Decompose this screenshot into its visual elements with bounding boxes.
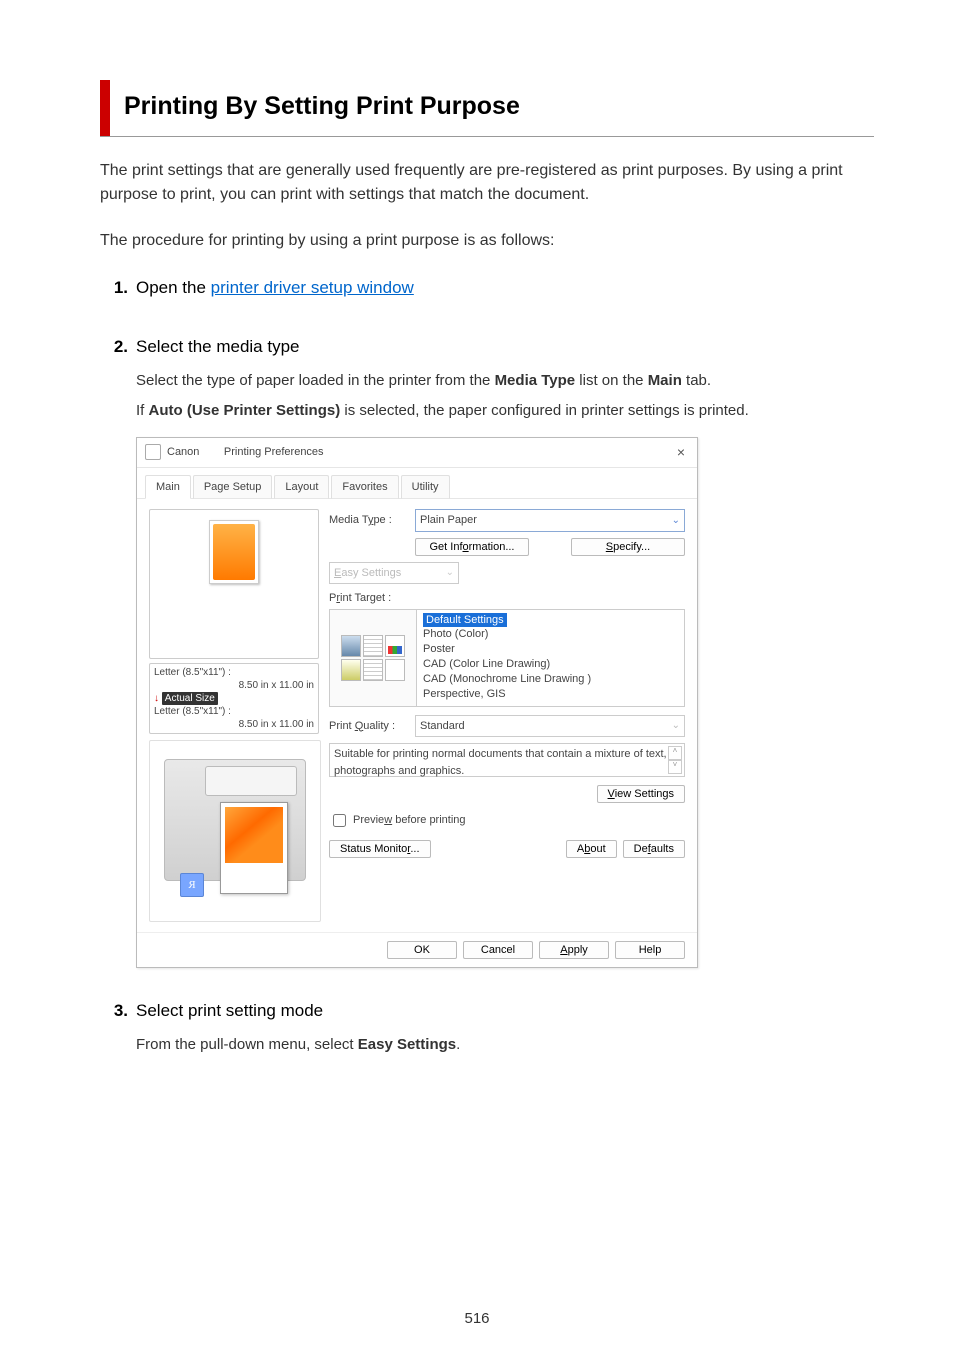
- print-quality-dropdown[interactable]: Standard ⌄: [415, 715, 685, 738]
- chevron-down-icon: ⌄: [672, 513, 680, 528]
- tab-layout[interactable]: Layout: [274, 475, 329, 500]
- chevron-down-icon: ⌄: [672, 718, 680, 733]
- text: is selected, the paper configured in pri…: [340, 402, 749, 419]
- defaults-button[interactable]: Defaults: [623, 840, 685, 858]
- page-number: 516: [0, 1308, 954, 1331]
- text: If: [136, 402, 149, 419]
- arrow-down-icon: ↓: [154, 693, 159, 704]
- step1-prefix: Open the: [136, 278, 211, 297]
- tab-main[interactable]: Main: [145, 475, 191, 500]
- text: Select the type of paper loaded in the p…: [136, 372, 495, 389]
- preview-before-printing-label: Preview before printing: [353, 812, 466, 829]
- print-target-list[interactable]: Default Settings Photo (Color) Poster CA…: [417, 610, 684, 706]
- media-type-label: Media Type :: [329, 512, 409, 529]
- dialog-title-suffix: Printing Preferences: [224, 446, 324, 458]
- print-target-thumbnail: [330, 610, 417, 706]
- text-bold: Easy Settings: [358, 1036, 456, 1053]
- close-icon[interactable]: ×: [673, 442, 689, 463]
- description-box: Suitable for printing normal documents t…: [329, 743, 685, 777]
- ok-button[interactable]: OK: [387, 941, 457, 959]
- procedure-intro: The procedure for printing by using a pr…: [100, 229, 874, 253]
- text-bold: Auto (Use Printer Settings): [149, 402, 341, 419]
- driver-setup-link[interactable]: printer driver setup window: [211, 278, 414, 297]
- tab-utility[interactable]: Utility: [401, 475, 450, 500]
- text: .: [456, 1036, 460, 1053]
- text: list on the: [575, 372, 648, 389]
- dialog-title-prefix: Canon: [167, 446, 199, 458]
- cancel-button[interactable]: Cancel: [463, 941, 533, 959]
- page-heading: Printing By Setting Print Purpose: [124, 80, 520, 136]
- page-preview: [149, 509, 319, 659]
- step-number: 3.: [100, 998, 136, 1024]
- text-bold: Main: [648, 372, 682, 389]
- chevron-down-icon: ⌄: [446, 565, 454, 580]
- about-button[interactable]: About: [566, 840, 617, 858]
- easy-settings-dropdown[interactable]: Easy Settings ⌄: [329, 562, 459, 585]
- help-button[interactable]: Help: [615, 941, 685, 959]
- spinner-up-icon[interactable]: ˄: [668, 746, 682, 760]
- spinner-down-icon[interactable]: ˅: [668, 760, 682, 774]
- step3-title: Select print setting mode: [136, 998, 323, 1024]
- apply-button[interactable]: Apply: [539, 941, 609, 959]
- printing-preferences-dialog: Canon Printing Preferences × Main Page S…: [136, 437, 698, 969]
- printer-icon: [145, 444, 161, 460]
- specify-button[interactable]: Specify...: [571, 538, 685, 556]
- tab-page-setup[interactable]: Page Setup: [193, 475, 273, 500]
- print-target-label: Print Target :: [329, 590, 685, 607]
- status-monitor-button[interactable]: Status Monitor...: [329, 840, 431, 858]
- preview-before-printing-checkbox[interactable]: [333, 814, 346, 827]
- tab-favorites[interactable]: Favorites: [331, 475, 398, 500]
- r-mark-icon: R: [180, 873, 204, 897]
- text-bold: Media Type: [495, 372, 576, 389]
- text: tab.: [682, 372, 711, 389]
- step-number: 2.: [100, 334, 136, 360]
- step-number: 1.: [100, 275, 136, 301]
- media-type-dropdown[interactable]: Plain Paper ⌄: [415, 509, 685, 532]
- print-quality-label: Print Quality :: [329, 718, 409, 735]
- text: From the pull-down menu, select: [136, 1036, 358, 1053]
- printer-preview: R: [149, 740, 321, 922]
- step2-title: Select the media type: [136, 334, 299, 360]
- intro-paragraph: The print settings that are generally us…: [100, 159, 874, 207]
- get-information-button[interactable]: Get Information...: [415, 538, 529, 556]
- view-settings-button[interactable]: View Settings: [597, 785, 685, 803]
- size-info-box: Letter (8.5"x11") : 8.50 in x 11.00 in ↓…: [149, 663, 319, 734]
